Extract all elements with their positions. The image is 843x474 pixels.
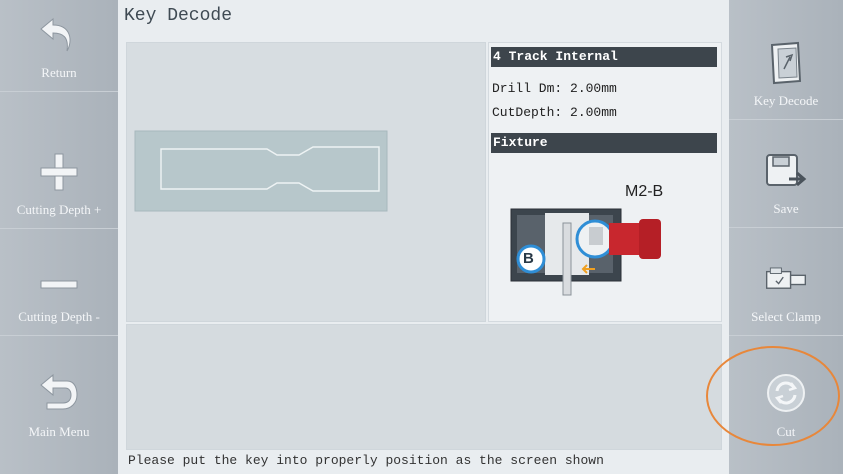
main-menu-arrow-icon [36, 370, 82, 416]
page-title: Key Decode [124, 6, 233, 26]
key-type-header: 4 Track Internal [491, 47, 717, 67]
save-label: Save [773, 201, 799, 216]
key-decode-icon [763, 40, 809, 86]
right-sidebar: Key Decode Save Select Clamp Cut [729, 0, 843, 474]
key-decode-label: Key Decode [753, 93, 819, 108]
key-decode-button[interactable]: Key Decode [729, 28, 843, 120]
save-icon [763, 148, 809, 194]
select-clamp-label: Select Clamp [751, 309, 821, 324]
drill-diameter: Drill Dm: 2.00mm [492, 81, 617, 96]
return-button[interactable]: Return [0, 0, 118, 92]
message-panel [126, 324, 722, 450]
plus-icon [36, 149, 82, 195]
main-menu-button[interactable]: Main Menu [0, 358, 118, 450]
fixture-illustration [510, 208, 661, 296]
fixture-header: Fixture [491, 133, 717, 153]
fixture-marker-b: B [523, 250, 534, 267]
cut-label: Cut [776, 424, 796, 439]
return-label: Return [41, 65, 77, 80]
cutting-depth-plus-button[interactable]: Cutting Depth + [0, 137, 118, 229]
select-clamp-button[interactable]: Select Clamp [729, 244, 843, 336]
main-menu-label: Main Menu [28, 424, 90, 439]
info-panel: 4 Track Internal Drill Dm: 2.00mm CutDep… [488, 42, 722, 322]
return-arrow-icon [36, 12, 82, 58]
cut-depth: CutDepth: 2.00mm [492, 105, 617, 120]
cutting-depth-minus-button[interactable]: Cutting Depth - [0, 244, 118, 336]
cut-icon [763, 370, 809, 416]
cutting-depth-plus-label: Cutting Depth + [16, 202, 102, 217]
left-sidebar: Return Cutting Depth + Cutting Depth - M… [0, 0, 118, 474]
clamp-icon [763, 256, 809, 302]
minus-icon [36, 256, 82, 302]
key-profile-panel [126, 42, 486, 322]
cut-button[interactable]: Cut [729, 358, 843, 450]
status-message: Please put the key into properly positio… [128, 453, 604, 468]
key-profile-drawing [134, 130, 388, 212]
cutting-depth-minus-label: Cutting Depth - [18, 309, 100, 324]
save-button[interactable]: Save [729, 136, 843, 228]
